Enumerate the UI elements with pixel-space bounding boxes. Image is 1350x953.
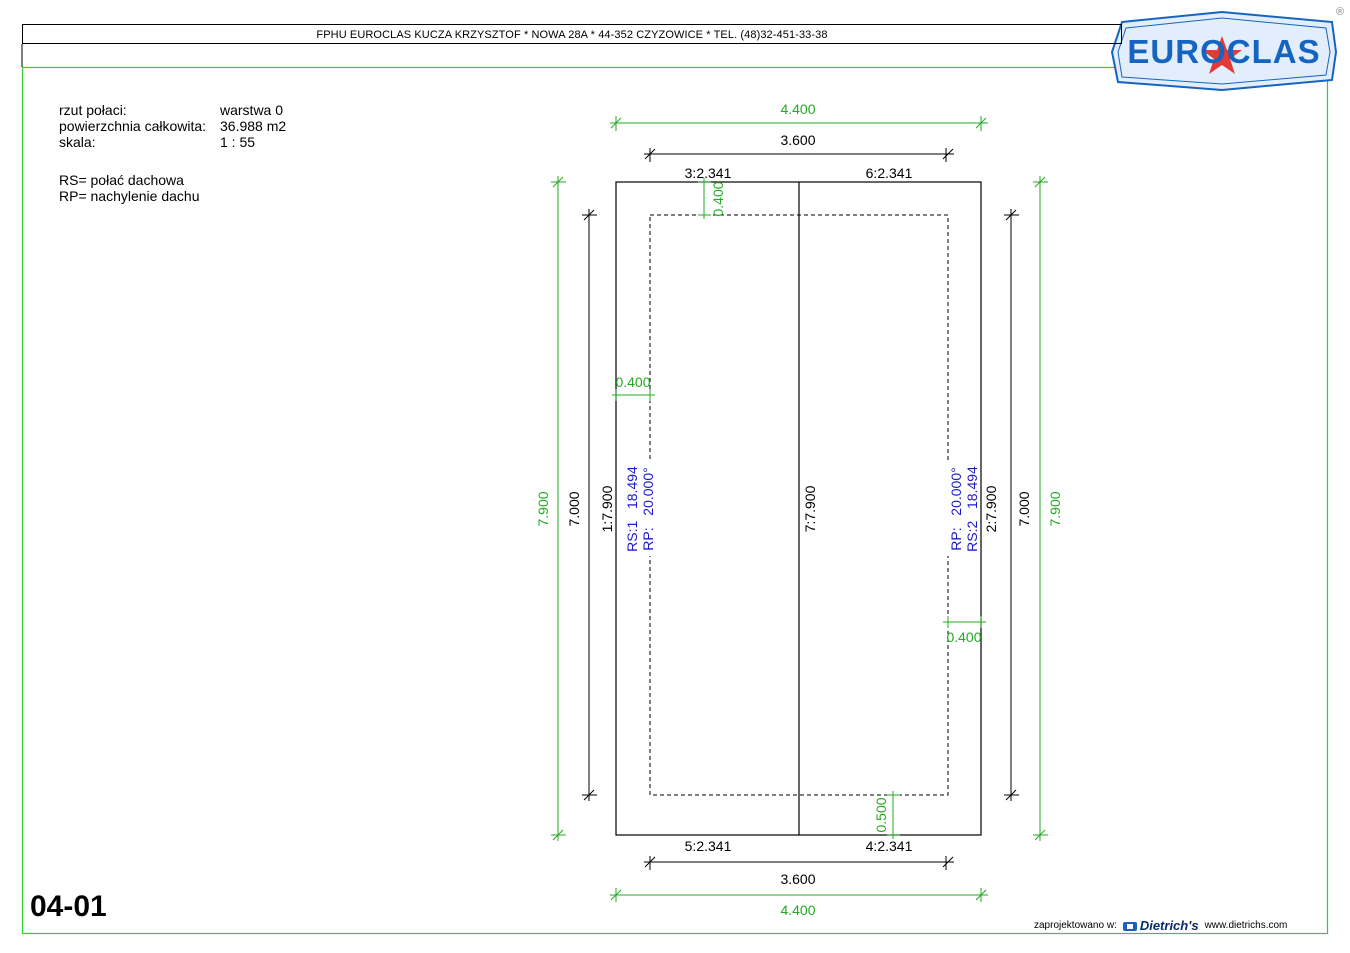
euroclas-logo: EUROCLAS	[1110, 10, 1338, 92]
brand-label: Dietrich's	[1139, 918, 1199, 933]
website-link[interactable]: www.dietrichs.com	[1205, 920, 1288, 931]
dim-right-inner: 7.000	[1016, 491, 1032, 526]
edge-label-1: 1:7.900	[599, 485, 615, 532]
edge-label-5: 5:2.341	[685, 838, 732, 854]
dim-left-inner: 7.000	[566, 491, 582, 526]
edge-label-3: 3:2.341	[685, 165, 732, 181]
brand-name: Dietrich's	[1122, 918, 1199, 933]
slope-rs1: RS:1 18.494	[624, 466, 640, 552]
designed-with-label: zaprojektowano w:	[1034, 920, 1117, 931]
info-value: 36.988 m2	[220, 118, 287, 134]
roof-plan	[615, 181, 982, 836]
company-line: FPHU EUROCLAS KUCZA KRZYSZTOF * NOWA 28A…	[316, 29, 828, 41]
edge-label-7: 7:7.900	[802, 485, 818, 532]
dim-left-outer: 7.900	[535, 491, 551, 526]
edge-label-2: 2:7.900	[983, 485, 999, 532]
dim-offset-left: 0.400	[615, 374, 650, 390]
edge-label-6: 6:2.341	[866, 165, 913, 181]
dim-bottom-inner: 3.600	[780, 871, 815, 887]
info-label: powierzchnia całkowita:	[59, 118, 207, 134]
info-value: warstwa 0	[220, 102, 284, 118]
info-label: rzut połaci:	[59, 102, 127, 118]
dim-offset-right: 0.400	[946, 629, 981, 645]
logo-text: EUROCLAS	[1127, 33, 1320, 70]
legend-item: RS= połać dachowa	[59, 172, 184, 188]
dim-top-inner: 3.600	[780, 132, 815, 148]
info-row: powierzchnia całkowita: 36.988 m2	[59, 118, 286, 134]
slope-rp-right: RP: 20.000°	[948, 467, 964, 550]
edge-label-4: 4:2.341	[866, 838, 913, 854]
slope-rp-left: RP: 20.000°	[640, 467, 656, 550]
slope-rs2: RS:2 18.494	[964, 466, 980, 552]
footer-credit: zaprojektowano w: Dietrich's www.dietric…	[1034, 918, 1287, 933]
sheet-frame	[21, 66, 1329, 935]
dim-right-outer: 7.900	[1047, 491, 1063, 526]
dietrichs-icon	[1122, 922, 1137, 932]
info-label: skala:	[59, 134, 96, 150]
legend-block: RS= połać dachowa RP= nachylenie dachu	[59, 172, 200, 204]
sheet-number: 04-01	[30, 890, 107, 923]
header-bar: FPHU EUROCLAS KUCZA KRZYSZTOF * NOWA 28A…	[22, 24, 1122, 44]
info-row: skala: 1 : 55	[59, 134, 286, 150]
info-row: rzut połaci: warstwa 0	[59, 102, 286, 118]
dim-offset-bottom: 0.500	[873, 797, 889, 832]
dim-offset-top: 0.400	[710, 181, 726, 216]
dim-bottom-outer: 4.400	[780, 902, 815, 918]
legend-item: RP= nachylenie dachu	[59, 188, 200, 204]
info-block: rzut połaci: warstwa 0 powierzchnia całk…	[59, 102, 286, 150]
dim-top-outer: 4.400	[780, 101, 815, 117]
info-value: 1 : 55	[220, 134, 256, 150]
registered-mark: ®	[1336, 6, 1345, 18]
